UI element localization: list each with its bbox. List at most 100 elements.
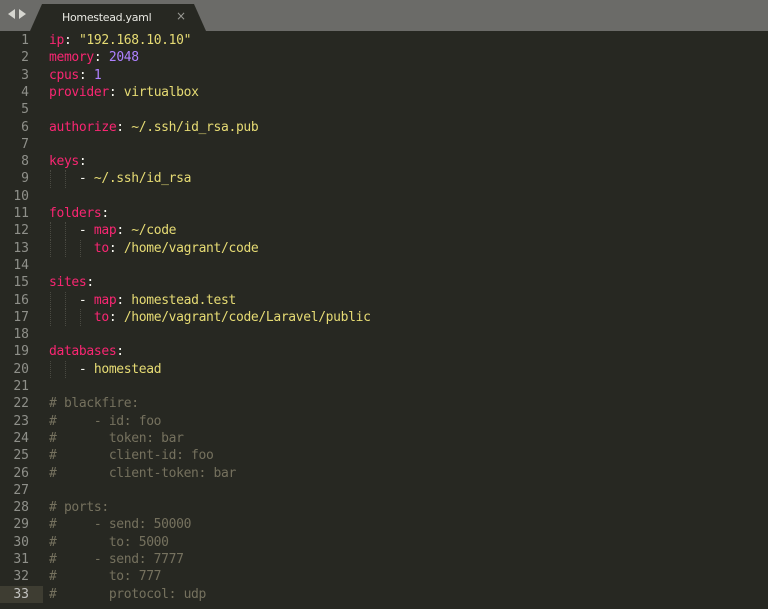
comment: # to: 5000 [49,534,169,550]
code-line[interactable]: 6 authorize: ~/.ssh/id_rsa.pub [0,119,768,136]
comment: # - send: 7777 [49,552,184,567]
code-line[interactable]: 31 # - send: 7777 [0,551,768,568]
code-line[interactable]: 21 [0,378,768,395]
code-line[interactable]: 22 # blackfire: [0,395,768,412]
code-text: - ~/.ssh/id_rsa [49,170,192,187]
next-tab-arrow-icon[interactable] [19,9,26,19]
code-line[interactable]: 10 [0,188,768,205]
yaml-key: map [93,292,117,308]
line-number: 31 [13,552,29,567]
code-line[interactable]: 23 # - id: foo [0,413,768,430]
line-number: 30 [13,534,29,550]
code-text: - map: homestead.test [49,292,236,309]
line-number: 9 [21,171,29,187]
code-line[interactable]: 24 # token: bar [0,430,768,447]
code-line[interactable]: 29 # - send: 50000 [0,516,768,533]
code-line[interactable]: 27 [0,482,768,499]
punctuation: : [116,119,132,135]
comment: # client-id: foo [49,448,214,464]
punctuation: : [63,33,79,48]
comment: # blackfire: [49,396,139,412]
punctuation: : [108,84,124,100]
comment: # - id: foo [49,413,162,429]
code-line[interactable]: 2 memory: 2048 [0,49,768,66]
code-text: # - send: 7777 [49,551,184,568]
punctuation: : [78,67,94,83]
line-number: 11 [13,206,29,221]
yaml-key: ip [49,33,64,48]
code-line[interactable]: 18 [0,326,768,343]
code-text: folders: [49,205,109,222]
code-text: # - id: foo [49,413,162,430]
code-text: provider: virtualbox [49,84,199,101]
code-line[interactable]: 15 sites: [0,274,768,291]
punctuation: : [116,223,132,239]
code-line[interactable]: 1 ip: "192.168.10.10" [0,32,768,49]
code-line[interactable]: 33 # protocol: udp [0,585,768,603]
code-line[interactable]: 32 # to: 777 [0,568,768,585]
line-number: 29 [13,517,29,533]
line-number: 1 [21,33,29,48]
code-line[interactable]: 28 # ports: [0,499,768,516]
punctuation: : [116,292,132,308]
code-text: authorize: ~/.ssh/id_rsa.pub [49,119,259,136]
line-number: 16 [13,292,29,308]
tab-bar: Homestead.yaml × [0,0,768,31]
code-line[interactable]: 19 databases: [0,343,768,360]
code-line[interactable]: 16 - map: homestead.test [0,291,768,309]
code-line[interactable]: 3 cpus: 1 [0,67,768,84]
punctuation: - [49,171,94,187]
code-line[interactable]: 9 - ~/.ssh/id_rsa [0,170,768,188]
yaml-string: homestead.test [131,292,236,308]
yaml-key: map [93,223,117,239]
code-line[interactable]: 30 # to: 5000 [0,534,768,551]
code-line[interactable]: 12 - map: ~/code [0,222,768,240]
yaml-key: databases [49,344,117,360]
previous-tab-arrow-icon[interactable] [8,9,15,19]
yaml-string: ~/.ssh/id_rsa [93,171,192,187]
code-text: memory: 2048 [49,49,139,66]
code-text: sites: [49,274,94,291]
code-line[interactable]: 7 [0,136,768,153]
punctuation: - [49,292,94,308]
code-line[interactable]: 17 to: /home/vagrant/code/Laravel/public [0,308,768,327]
punctuation [49,310,94,325]
punctuation: : [108,309,124,325]
tab-homestead-yaml[interactable]: Homestead.yaml × [30,4,206,31]
code-line[interactable]: 20 - homestead [0,360,768,378]
code-line[interactable]: 8 keys: [0,153,768,170]
line-number: 10 [13,188,29,204]
code-text: # to: 5000 [49,534,169,551]
line-number: 4 [21,84,29,100]
line-number: 7 [21,136,29,152]
line-number: 22 [13,396,29,412]
line-number: 25 [13,448,29,464]
yaml-key: memory [49,50,94,66]
comment: # protocol: udp [49,586,207,602]
code-text: # ports: [49,499,109,516]
code-line[interactable]: 26 # client-token: bar [0,465,768,482]
yaml-string: ~/code [131,223,177,239]
punctuation: : [101,206,109,221]
code-line[interactable]: 4 provider: virtualbox [0,84,768,101]
line-number: 17 [13,309,29,325]
line-number: 28 [13,500,29,516]
line-number: 3 [21,67,29,83]
line-number: 14 [13,257,29,273]
code-line[interactable]: 11 folders: [0,205,768,222]
code-line[interactable]: 14 [0,257,768,274]
close-icon[interactable]: × [176,9,186,23]
yaml-key: keys [49,154,79,170]
code-text: databases: [49,343,124,360]
yaml-key: to [93,309,109,325]
comment: # client-token: bar [49,465,236,481]
code-line[interactable]: 13 to: /home/vagrant/code [0,239,768,257]
code-line[interactable]: 5 [0,101,768,118]
code-line[interactable]: 25 # client-id: foo [0,447,768,464]
yaml-key: to [93,240,109,256]
punctuation: : [86,275,94,291]
code-text: to: /home/vagrant/code [49,240,259,257]
punctuation: : [108,240,124,256]
line-number: 13 [13,240,29,256]
code-editor[interactable]: 1 ip: "192.168.10.10" 2 memory: 2048 3 cpus: … [0,31,768,609]
